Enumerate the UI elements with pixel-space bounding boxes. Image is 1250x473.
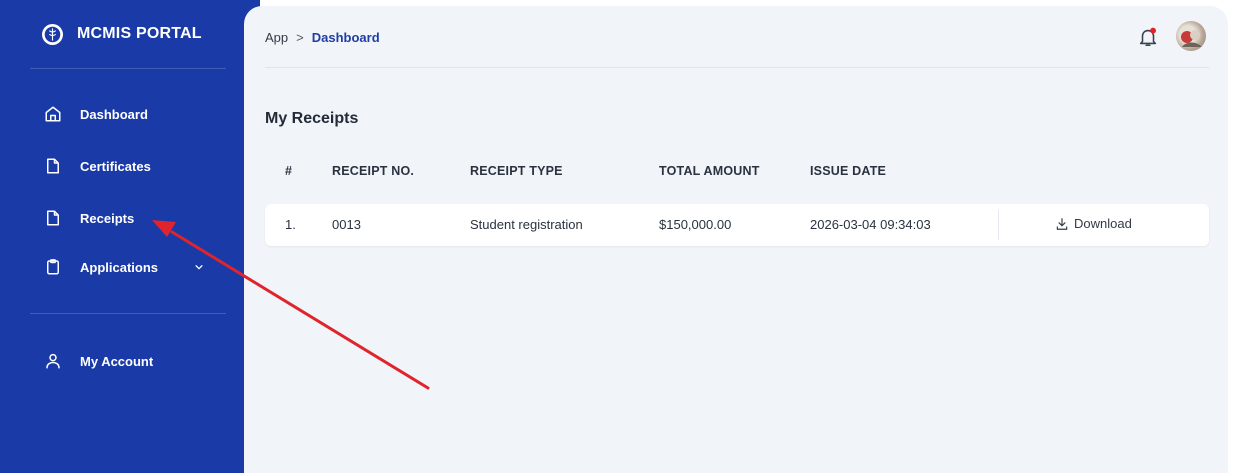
file-icon xyxy=(44,157,62,175)
app-window: MCMIS PORTAL Dashboard Certificates Rece… xyxy=(0,0,1250,473)
main-content: App > Dashboard My Receipts # RECEIPT NO… xyxy=(244,6,1228,473)
download-button[interactable]: Download xyxy=(1055,216,1132,231)
brand-title: MCMIS PORTAL xyxy=(77,25,202,42)
breadcrumb-root[interactable]: App xyxy=(265,30,288,45)
breadcrumb-separator: > xyxy=(296,30,304,45)
table-header: # RECEIPT NO. RECEIPT TYPE TOTAL AMOUNT … xyxy=(265,164,1209,184)
column-header-total-amount: TOTAL AMOUNT xyxy=(659,164,760,178)
sidebar-item-label: My Account xyxy=(80,353,154,369)
brand-logo-icon xyxy=(42,23,63,45)
sidebar-item-label: Receipts xyxy=(80,210,135,226)
column-header-issue-date: ISSUE DATE xyxy=(810,164,887,178)
download-icon xyxy=(1055,217,1069,231)
cell-receipt-type: Student registration xyxy=(470,217,583,232)
cell-issue-date: 2026-03-04 09:34:03 xyxy=(810,217,931,232)
avatar[interactable] xyxy=(1176,21,1206,51)
sidebar-item-label: Applications xyxy=(80,259,159,275)
file-icon xyxy=(44,209,62,227)
sidebar-item-my-account[interactable]: My Account xyxy=(44,348,153,374)
sidebar-item-label: Dashboard xyxy=(80,106,148,122)
clipboard-icon xyxy=(44,258,62,276)
sidebar-item-applications[interactable]: Applications xyxy=(44,254,204,280)
breadcrumb-current[interactable]: Dashboard xyxy=(312,30,380,45)
sidebar-item-receipts[interactable]: Receipts xyxy=(44,205,134,231)
user-icon xyxy=(44,352,62,370)
sidebar-divider xyxy=(30,68,226,69)
cell-total-amount: $150,000.00 xyxy=(659,217,732,232)
breadcrumb: App > Dashboard xyxy=(265,30,380,45)
column-header-receipt-type: RECEIPT TYPE xyxy=(470,164,563,178)
sidebar-divider xyxy=(30,313,226,314)
home-icon xyxy=(44,105,62,123)
download-label: Download xyxy=(1074,216,1132,231)
row-divider xyxy=(998,210,999,240)
chevron-down-icon[interactable] xyxy=(194,262,204,272)
sidebar-item-dashboard[interactable]: Dashboard xyxy=(44,101,148,127)
sidebar: MCMIS PORTAL Dashboard Certificates Rece… xyxy=(0,0,260,473)
top-bar: App > Dashboard xyxy=(265,6,1209,68)
page-title: My Receipts xyxy=(265,110,359,127)
sidebar-item-label: Certificates xyxy=(80,158,151,174)
column-header-receipt-no: RECEIPT NO. xyxy=(332,164,415,178)
notification-bell-icon[interactable] xyxy=(1137,26,1159,48)
brand[interactable]: MCMIS PORTAL xyxy=(42,22,202,46)
cell-receipt-no: 0013 xyxy=(332,217,361,232)
cell-index: 1. xyxy=(285,217,296,232)
table-row: 1. 0013 Student registration $150,000.00… xyxy=(265,204,1209,246)
sidebar-item-certificates[interactable]: Certificates xyxy=(44,153,151,179)
column-header-index: # xyxy=(285,164,293,178)
